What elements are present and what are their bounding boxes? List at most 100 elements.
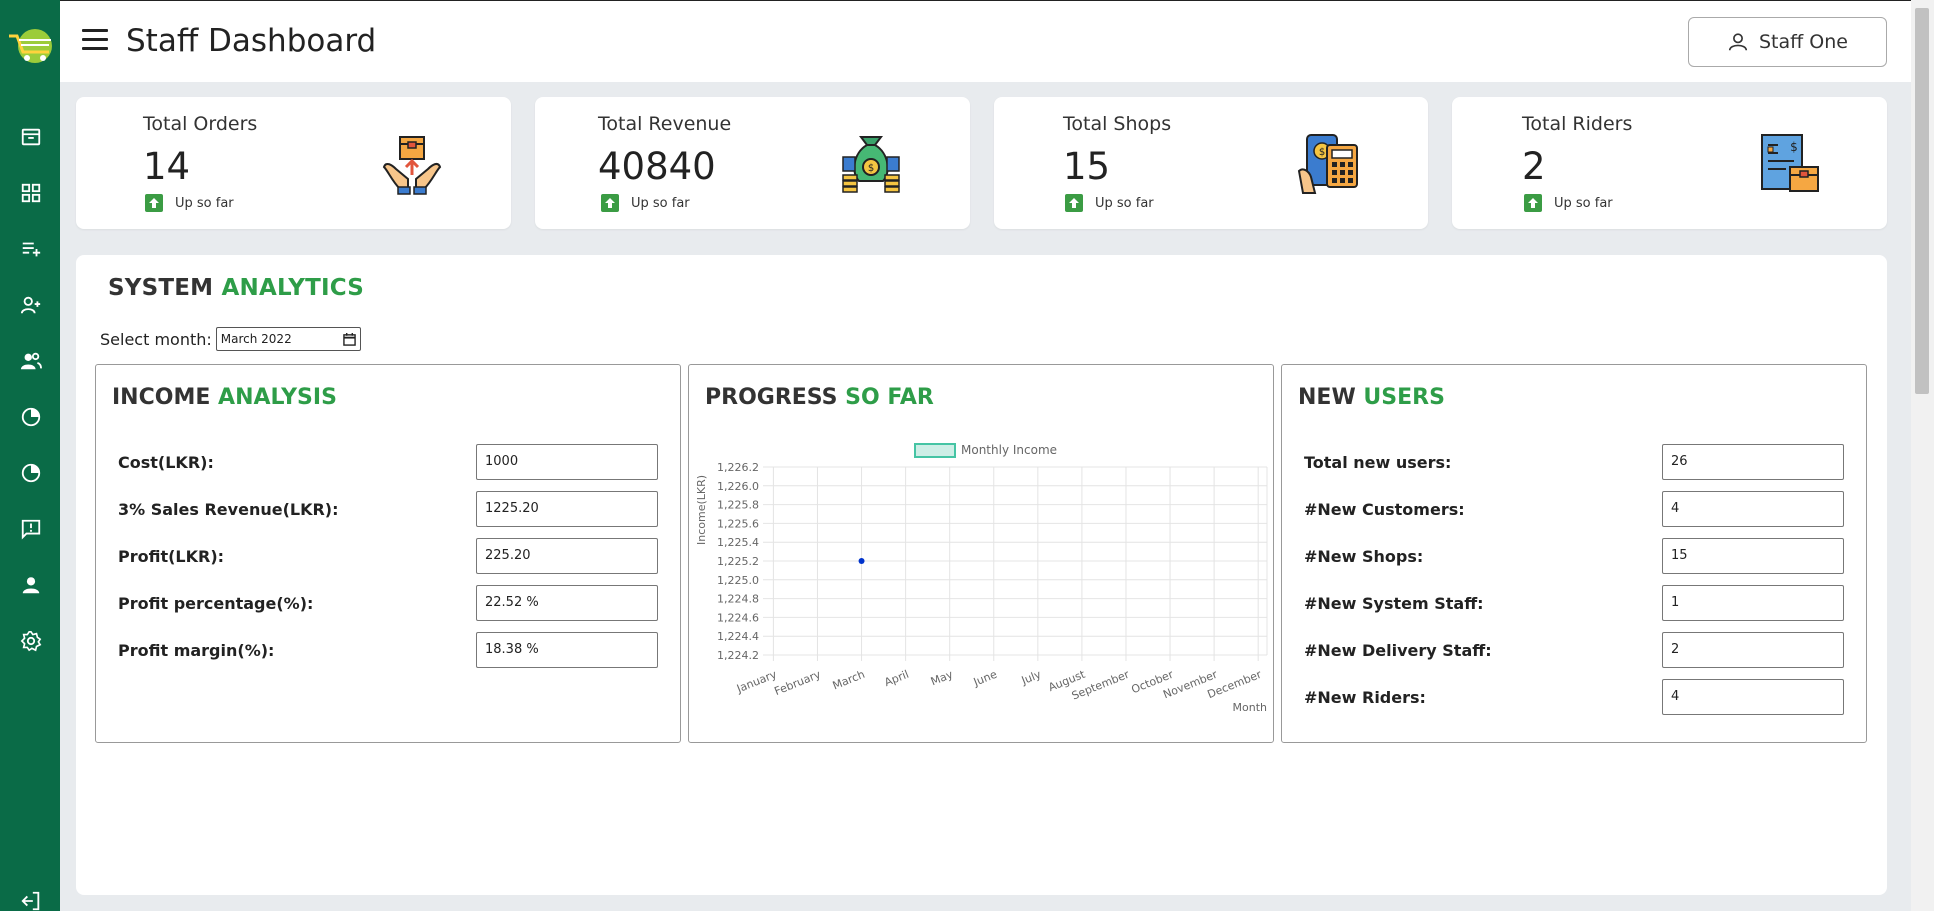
gear-icon[interactable] <box>18 628 44 654</box>
section-title: SYSTEM ANALYTICS <box>108 275 364 301</box>
profit-field[interactable]: 225.20 <box>476 538 658 574</box>
y-tick-label: 1,224.6 <box>717 611 759 624</box>
form-row: #New Riders: 4 <box>1304 679 1844 724</box>
new-riders-field[interactable]: 4 <box>1662 679 1844 715</box>
cost-field[interactable]: 1000 <box>476 444 658 480</box>
profit-label: Profit(LKR): <box>118 547 225 566</box>
new-shops-field[interactable]: 15 <box>1662 538 1844 574</box>
user-name: Staff One <box>1759 31 1848 53</box>
profit-percentage-label: Profit percentage(%): <box>118 594 314 613</box>
stat-trend: Up so far <box>1065 194 1154 212</box>
stat-value: 14 <box>143 145 191 188</box>
y-tick-label: 1,225.2 <box>717 555 759 568</box>
stat-title: Total Riders <box>1522 113 1633 135</box>
new-riders-label: #New Riders: <box>1304 688 1426 707</box>
stat-card-revenue: Total Revenue 40840 Up so far $ <box>535 97 970 229</box>
arrow-up-icon <box>1524 194 1542 212</box>
new-customers-label: #New Customers: <box>1304 500 1465 519</box>
pie-chart-icon[interactable] <box>18 404 44 430</box>
month-label: Select month: <box>100 329 212 349</box>
x-tick-label: January <box>734 668 779 696</box>
menu-icon[interactable] <box>82 29 108 53</box>
stat-value: 40840 <box>598 145 716 188</box>
stat-trend: Up so far <box>145 194 234 212</box>
month-value: March 2022 <box>220 332 292 346</box>
box-title: INCOME ANALYSIS <box>112 385 337 410</box>
playlist-add-icon[interactable] <box>18 236 44 262</box>
profit-margin-field[interactable]: 18.38 % <box>476 632 658 668</box>
new-delivery-staff-field[interactable]: 2 <box>1662 632 1844 668</box>
box-title: NEW USERS <box>1298 385 1445 410</box>
user-icon <box>1728 33 1748 51</box>
x-axis-label: Month <box>1233 701 1268 714</box>
y-tick-label: 1,225.8 <box>717 499 759 512</box>
stat-trend: Up so far <box>1524 194 1613 212</box>
analytics-panel: SYSTEM ANALYTICS Select month: March 202… <box>76 255 1887 895</box>
calendar-icon[interactable] <box>342 332 356 346</box>
form-row: Profit margin(%): 18.38 % <box>118 632 658 677</box>
y-tick-label: 1,224.4 <box>717 630 759 643</box>
scrollbar-thumb[interactable] <box>1915 8 1929 394</box>
income-analysis-box: INCOME ANALYSIS Cost(LKR): 1000 3% Sales… <box>95 364 681 743</box>
new-delivery-staff-label: #New Delivery Staff: <box>1304 641 1492 660</box>
inbox-icon[interactable] <box>18 124 44 150</box>
y-tick-label: 1,226.0 <box>717 480 759 493</box>
logout-icon[interactable] <box>18 888 44 911</box>
app-logo[interactable] <box>5 22 57 66</box>
sales-revenue-field[interactable]: 1225.20 <box>476 491 658 527</box>
svg-text:$: $ <box>1319 147 1325 158</box>
y-tick-label: 1,226.2 <box>717 461 759 474</box>
stat-trend-label: Up so far <box>631 195 690 211</box>
month-selector: Select month: March 2022 <box>100 327 361 351</box>
money-bag-icon: $ <box>839 131 903 195</box>
sidebar <box>0 0 60 911</box>
form-row: #New Shops: 15 <box>1304 538 1844 583</box>
box-title-part: INCOME <box>112 385 211 410</box>
user-menu-button[interactable]: Staff One <box>1688 17 1887 67</box>
profit-percentage-field[interactable]: 22.52 % <box>476 585 658 621</box>
x-tick-label: May <box>929 668 955 689</box>
stat-trend: Up so far <box>601 194 690 212</box>
stat-title: Total Shops <box>1063 113 1172 135</box>
grid-icon[interactable] <box>18 180 44 206</box>
y-axis-label: Income(LKR) <box>695 475 708 545</box>
box-title-part: PROGRESS <box>705 385 838 410</box>
data-point <box>858 558 865 564</box>
y-tick-label: 1,225.4 <box>717 536 759 549</box>
income-line-chart: Monthly Income 1,226.2 1,226.0 1,225.8 1,225… <box>695 443 1268 714</box>
arrow-up-icon <box>601 194 619 212</box>
box-title-accent: USERS <box>1363 385 1445 410</box>
stat-trend-label: Up so far <box>1554 195 1613 211</box>
pie-chart-icon[interactable] <box>18 460 44 486</box>
form-row: Profit(LKR): 225.20 <box>118 538 658 583</box>
box-title-part: NEW <box>1298 385 1356 410</box>
y-tick-label: 1,224.2 <box>717 649 759 662</box>
order-box-icon <box>380 131 444 195</box>
box-title: PROGRESS SO FAR <box>705 385 934 410</box>
progress-box: PROGRESS SO FAR Monthly Income 1,226.2 1,2… <box>688 364 1274 743</box>
month-input[interactable]: March 2022 <box>215 327 361 351</box>
stat-value: 15 <box>1063 145 1111 188</box>
stat-card-shops: Total Shops 15 Up so far $ <box>994 97 1428 229</box>
new-customers-field[interactable]: 4 <box>1662 491 1844 527</box>
svg-text:$: $ <box>868 163 874 174</box>
box-title-accent: SO FAR <box>845 385 934 410</box>
svg-text:$: $ <box>1790 140 1798 154</box>
form-row: 3% Sales Revenue(LKR): 1225.20 <box>118 491 658 536</box>
new-users-box: NEW USERS Total new users: 26 #New Custo… <box>1281 364 1867 743</box>
new-system-staff-field[interactable]: 1 <box>1662 585 1844 621</box>
arrow-up-icon <box>145 194 163 212</box>
person-add-icon[interactable] <box>18 292 44 318</box>
stat-trend-label: Up so far <box>175 195 234 211</box>
y-tick-label: 1,225.6 <box>717 517 759 530</box>
person-icon[interactable] <box>18 572 44 598</box>
x-tick-label: July <box>1019 668 1044 688</box>
total-new-users-field[interactable]: 26 <box>1662 444 1844 480</box>
stat-card-orders: Total Orders 14 Up so far <box>76 97 511 229</box>
feedback-icon[interactable] <box>18 516 44 542</box>
sales-revenue-label: 3% Sales Revenue(LKR): <box>118 500 339 519</box>
scrollbar[interactable] <box>1911 0 1934 911</box>
people-icon[interactable] <box>18 348 44 374</box>
form-row: Profit percentage(%): 22.52 % <box>118 585 658 630</box>
x-tick-label: April <box>883 668 911 689</box>
